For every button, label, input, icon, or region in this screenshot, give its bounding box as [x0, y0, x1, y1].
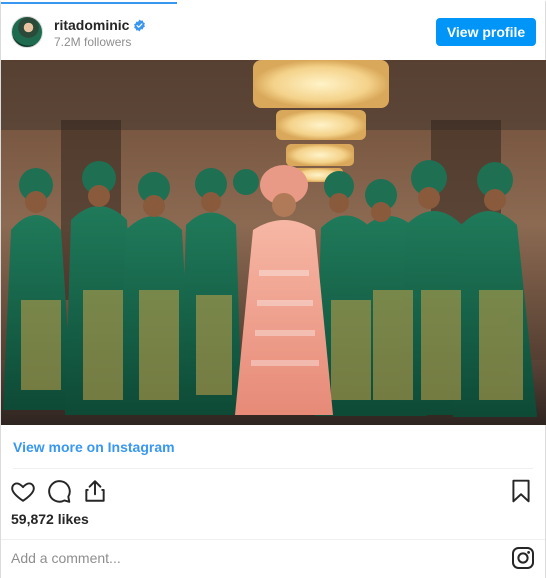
comment-icon[interactable]	[46, 478, 72, 504]
username[interactable]: ritadominic	[54, 17, 129, 33]
heart-icon[interactable]	[10, 478, 36, 504]
username-row: ritadominic	[54, 17, 146, 33]
comment-input[interactable]: Add a comment...	[11, 550, 121, 566]
post-header: ritadominic 7.2M followers View profile	[1, 2, 545, 60]
like-count: 59,872 likes	[11, 511, 89, 527]
instagram-embed: ritadominic 7.2M followers View profile	[0, 0, 546, 578]
avatar[interactable]	[11, 16, 43, 48]
post-actions	[10, 478, 108, 504]
view-profile-button[interactable]: View profile	[436, 18, 536, 46]
verified-badge-icon	[134, 19, 146, 31]
post-photo[interactable]	[1, 60, 546, 425]
follower-count: 7.2M followers	[54, 35, 132, 49]
share-icon[interactable]	[82, 478, 108, 504]
view-more-link[interactable]: View more on Instagram	[13, 439, 175, 455]
bookmark-icon[interactable]	[508, 478, 534, 504]
comment-bar: Add a comment...	[1, 539, 545, 577]
divider	[13, 468, 533, 469]
instagram-icon[interactable]	[511, 546, 535, 570]
